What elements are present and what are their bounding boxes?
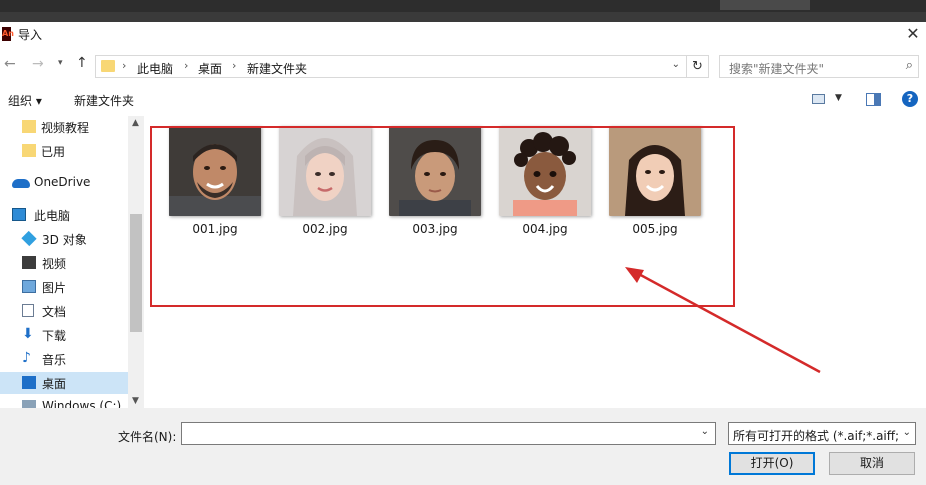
filename-label: 文件名(N): <box>118 430 177 444</box>
host-app-panel <box>720 0 810 10</box>
filename-input[interactable]: ⌄ <box>181 422 716 445</box>
file-type-value: 所有可打开的格式 (*.aif;*.aiff;* <box>733 429 899 443</box>
file-type-select[interactable]: 所有可打开的格式 (*.aif;*.aiff;* ⌄ <box>728 422 916 445</box>
bottom-panel: 文件名(N): ⌄ 所有可打开的格式 (*.aif;*.aiff;* ⌄ 打开(… <box>0 408 926 485</box>
chevron-down-icon[interactable]: ⌄ <box>903 427 911 438</box>
host-app-background <box>0 0 926 22</box>
open-button[interactable]: 打开(O) <box>729 452 815 475</box>
import-dialog: An 导入 ✕ ← → ▾ ↑ › 此电脑 › 桌面 › 新建文件夹 ⌄ ↻ 搜… <box>0 22 926 485</box>
cancel-button[interactable]: 取消 <box>829 452 915 475</box>
filename-history-dropdown[interactable]: ⌄ <box>701 426 709 437</box>
